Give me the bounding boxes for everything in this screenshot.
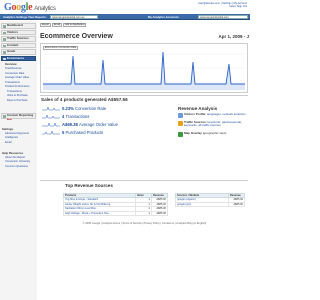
- sidebar-sub-overview[interactable]: Overview: [5, 63, 17, 66]
- help-conversion-university[interactable]: Conversion University: [5, 160, 30, 163]
- revenue-analysis-title: Revenue Analysis: [178, 106, 218, 111]
- export-button[interactable]: Export: [40, 23, 51, 27]
- revenue-map-overlay[interactable]: Map Overlay (geographic view): [178, 131, 248, 137]
- logo-product-name: Analytics: [34, 6, 56, 12]
- revenue-item-text[interactable]: languages, network locations: [207, 112, 246, 116]
- revenue-visitors-profile[interactable]: Visitors Profile: languages, network loc…: [178, 112, 248, 118]
- sidebar-sub-product-performance[interactable]: Product Performance: [5, 85, 30, 88]
- metric-value: A$69.38: [62, 122, 78, 127]
- view-reports-label: View Reports:: [28, 15, 47, 19]
- source-revenue: A$85.00: [228, 201, 245, 207]
- revenue-item-label[interactable]: Map Overlay: [184, 131, 202, 135]
- sidebar-item-label: Dashboard: [7, 23, 23, 27]
- conversion-rate-sparkline: [42, 106, 60, 111]
- sidebar-item-goals[interactable]: Goals: [1, 49, 36, 55]
- custom-reporting-icon: [3, 115, 6, 118]
- sidebar-sub-transactions[interactable]: Transactions: [5, 81, 20, 84]
- average-order-value-sparkline: [42, 122, 60, 127]
- metric-value: 4: [62, 114, 65, 119]
- product-items: 1: [135, 210, 152, 216]
- visitors-profile-icon: [178, 113, 183, 118]
- metric-value: 5: [62, 130, 65, 135]
- sidebar-item-label: Ecommerce: [7, 55, 25, 60]
- product-revenue: A$85.00: [151, 210, 168, 216]
- sidebar-item-ecommerce[interactable]: Ecommerce: [1, 55, 36, 61]
- top-navigation-bar: Analytics Settings View Reports: www.ran…: [0, 14, 250, 20]
- metric-value: 0.23%: [62, 106, 74, 111]
- purchased-products-sparkline: [42, 130, 60, 135]
- beta-badge: Beta: [7, 118, 12, 121]
- sidebar-item-dashboard[interactable]: Dashboard: [1, 23, 36, 29]
- sidebar-item-label: Traffic Sources: [7, 36, 29, 40]
- sales-summary-title: Sales of 4 products generated A$557.56: [41, 97, 128, 102]
- top-revenue-title: Top Revenue Sources: [65, 183, 113, 188]
- footer[interactable]: © 2009 Google | Analytics Home | Terms o…: [39, 222, 250, 225]
- sidebar-custom-reporting[interactable]: Custom Reporting Beta: [1, 113, 36, 121]
- account-links-line-2[interactable]: Help | Sign Out: [198, 5, 247, 8]
- sidebar-item-label: Visitors: [7, 29, 18, 34]
- revenue-item-label: Visitors Profile:: [184, 112, 207, 116]
- revenue-traffic-sources[interactable]: Traffic Sources: keywords, paid keywords…: [178, 120, 248, 128]
- settings-intelligence[interactable]: Intelligence: [5, 136, 18, 139]
- help-section-title: Help Resources: [2, 151, 24, 155]
- chart-graph: [43, 51, 245, 90]
- sidebar-item-label: Content: [7, 42, 19, 47]
- sources-table: Sources / Medium Revenue google (organic…: [175, 193, 245, 207]
- product-name[interactable]: High Voltage - Maxa + Pressures Two...: [63, 210, 136, 216]
- date-range[interactable]: Apr 1, 2009 - J: [218, 34, 249, 39]
- divider: [40, 180, 248, 181]
- sidebar-item-visitors[interactable]: Visitors: [1, 29, 36, 35]
- site-select[interactable]: www.rangeindustrial.com.au: [50, 15, 98, 19]
- sidebar-sub-conversion-rate[interactable]: Conversion Rate: [5, 72, 24, 75]
- goals-icon: [3, 51, 6, 54]
- page-title: Ecommerce Overview: [40, 33, 113, 40]
- account-select[interactable]: www.rangeindustrial.com: [198, 15, 248, 19]
- sidebar-item-label: Goals: [7, 49, 16, 53]
- settings-section-title: Settings: [2, 127, 14, 131]
- sidebar-item-traffic-sources[interactable]: Traffic Sources: [1, 36, 36, 42]
- source-medium[interactable]: google (cpc): [175, 201, 229, 207]
- my-analytics-accounts-label: My Analytics Accounts:: [148, 15, 180, 19]
- content-icon: [3, 44, 6, 47]
- sidebar-sub-days-to-purchase[interactable]: Days to Purchase: [7, 99, 27, 102]
- revenue-item-text: (geographic view): [202, 131, 227, 135]
- email-button[interactable]: Email: [52, 23, 62, 27]
- add-to-dashboard-button[interactable]: Add to Dashboard: [63, 23, 87, 27]
- metric-label: Purchased Products: [65, 130, 104, 135]
- visitors-icon: [3, 31, 6, 34]
- sidebar-sub-average-order-value[interactable]: Average Order Value: [5, 76, 29, 79]
- settings-email[interactable]: Email: [5, 141, 12, 144]
- sidebar-sub-visits-to-purchase[interactable]: Visits to Purchase: [7, 94, 28, 97]
- help-common-questions[interactable]: Common Questions: [5, 165, 28, 168]
- settings-advanced-segments[interactable]: Advanced Segments: [5, 132, 29, 135]
- metric-label: Conversion Rate: [75, 106, 107, 111]
- products-table: Products Items Revenue Yog Mop & Hinge -…: [63, 193, 168, 216]
- traffic-sources-icon: [178, 121, 183, 126]
- divider: [40, 95, 248, 96]
- metric-label: Average Order Value: [79, 122, 118, 127]
- sidebar-item-content[interactable]: Content: [1, 42, 36, 48]
- metric-label: Transactions: [65, 114, 90, 119]
- traffic-sources-icon: [3, 38, 6, 41]
- account-links[interactable]: user@domain.com | Settings | My Account …: [198, 2, 247, 8]
- conversion-rate-chart: Ecommerce Conversion Rate: [40, 43, 248, 93]
- analytics-settings-link[interactable]: Analytics Settings: [3, 15, 27, 19]
- transactions-sparkline: [42, 114, 60, 119]
- table-row: High Voltage - Maxa + Pressures Two... 1…: [63, 210, 168, 216]
- dashboard-icon: [3, 25, 6, 28]
- globe-icon: [178, 132, 183, 137]
- custom-reporting-label: Custom Reporting: [7, 113, 34, 117]
- google-analytics-logo[interactable]: Google Analytics: [4, 2, 56, 13]
- table-row: google (cpc) A$85.00: [175, 201, 245, 207]
- help-about-report[interactable]: About this Report: [5, 156, 25, 159]
- sidebar-sub-total-revenue[interactable]: Total Revenue: [5, 67, 22, 70]
- sidebar-sub-transactions-2[interactable]: Transactions: [7, 90, 22, 93]
- ecommerce-icon: [3, 57, 6, 60]
